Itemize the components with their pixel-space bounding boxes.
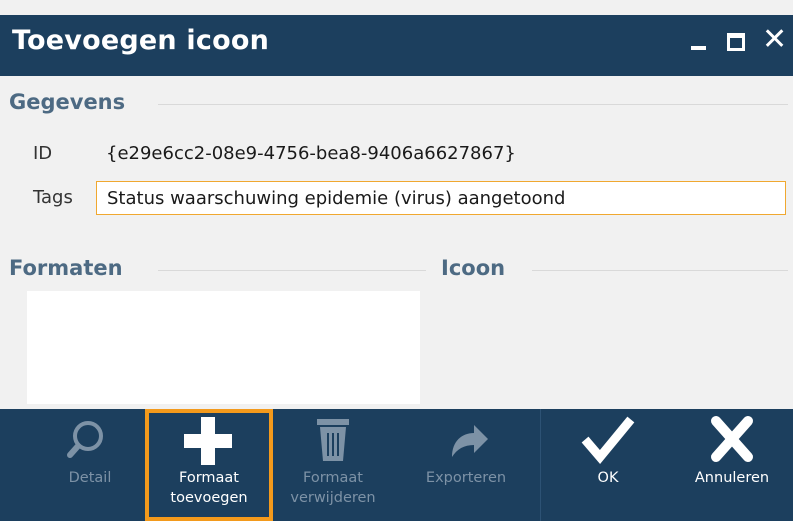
add-format-button[interactable]: Formaat toevoegen: [145, 409, 273, 521]
remove-format-label-line2: verwijderen: [290, 490, 376, 506]
minimize-button[interactable]: [685, 28, 715, 58]
section-heading-gegevens: Gegevens: [9, 90, 126, 114]
search-icon: [67, 421, 103, 458]
formats-list[interactable]: [27, 291, 420, 404]
close-icon: ✕: [762, 22, 788, 57]
tags-input[interactable]: [96, 181, 786, 215]
maximize-icon: [727, 33, 745, 51]
bottom-toolbar: Detail Formaat toevoegen Formaat verwijd…: [0, 409, 793, 521]
tags-label: Tags: [33, 187, 73, 208]
add-format-label-line2: toevoegen: [170, 490, 248, 506]
section-divider: [158, 270, 426, 271]
title-bar[interactable]: Toevoegen icoon ✕: [0, 15, 793, 76]
section-divider: [532, 270, 788, 271]
id-value: {e29e6cc2-08e9-4756-bea8-9406a6627867}: [106, 143, 516, 164]
window-title: Toevoegen icoon: [12, 25, 269, 56]
toolbar-separator: [540, 409, 541, 521]
cancel-button[interactable]: Annuleren: [676, 409, 788, 521]
checkmark-icon: [581, 416, 635, 464]
section-heading-icoon: Icoon: [441, 256, 506, 280]
section-divider: [158, 104, 788, 105]
maximize-button[interactable]: [723, 28, 753, 58]
trash-icon: [317, 419, 349, 461]
export-label: Exporteren: [425, 470, 507, 486]
ok-button[interactable]: OK: [560, 409, 656, 521]
export-button[interactable]: Exporteren: [400, 409, 532, 521]
ok-label: OK: [597, 470, 619, 486]
remove-format-button[interactable]: Formaat verwijderen: [273, 409, 393, 521]
share-arrow-icon: [452, 425, 488, 457]
detail-button[interactable]: Detail: [42, 409, 138, 521]
section-heading-formaten: Formaten: [9, 256, 123, 280]
dialog-content: Gegevens ID {e29e6cc2-08e9-4756-bea8-940…: [0, 76, 793, 409]
remove-format-label-line1: Formaat: [303, 470, 363, 486]
x-icon: [711, 416, 753, 462]
dialog-window: Toevoegen icoon ✕ Gegevens ID {e29e6cc2-…: [0, 0, 793, 521]
detail-label: Detail: [68, 470, 112, 486]
id-label: ID: [33, 143, 53, 164]
plus-icon: [184, 417, 232, 465]
minimize-icon: [691, 46, 706, 50]
add-format-label: Formaat toevoegen: [145, 468, 273, 508]
close-button[interactable]: ✕: [762, 22, 792, 58]
add-format-label-line1: Formaat: [179, 470, 239, 486]
remove-format-label: Formaat verwijderen: [273, 468, 393, 508]
cancel-label: Annuleren: [694, 470, 770, 486]
